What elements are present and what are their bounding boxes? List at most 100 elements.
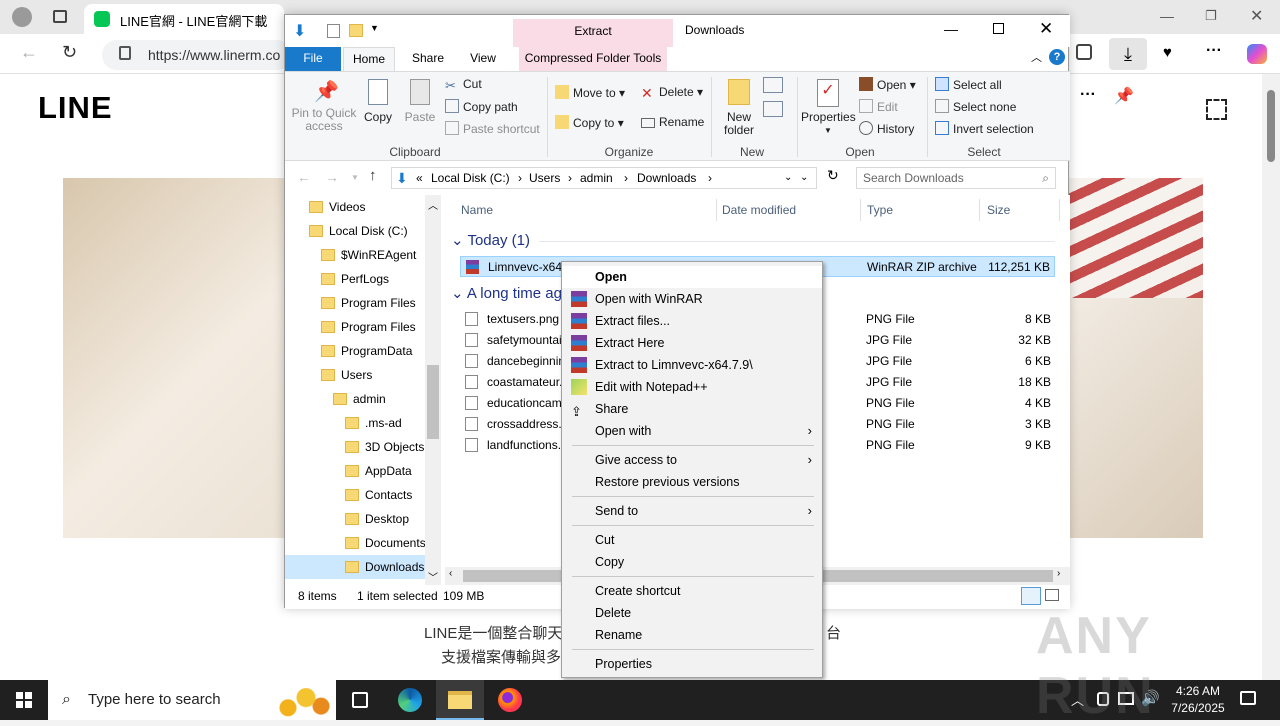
- copilot-icon[interactable]: [1247, 44, 1267, 64]
- new-folder-button[interactable]: New folder: [719, 77, 759, 137]
- copy-button[interactable]: Copy: [361, 77, 395, 124]
- large-icons-view-icon[interactable]: [1045, 589, 1059, 601]
- context-menu-item[interactable]: Extract to Limnvevc-x64.7.9\: [562, 354, 822, 376]
- lock-icon[interactable]: [119, 46, 131, 60]
- nav-item[interactable]: Program Files: [285, 315, 425, 339]
- properties-button[interactable]: ✓ Properties ▼: [801, 77, 856, 137]
- tab-compressed-folder-tools[interactable]: Compressed Folder Tools: [519, 47, 667, 71]
- recent-locations-icon[interactable]: ▼: [351, 173, 359, 182]
- performance-icon[interactable]: ♥: [1163, 44, 1172, 61]
- nav-scroll-thumb[interactable]: [427, 365, 439, 439]
- refresh-icon[interactable]: ↻: [62, 42, 77, 63]
- paste-button[interactable]: Paste: [403, 77, 437, 124]
- context-menu-item[interactable]: Cut: [562, 529, 822, 551]
- context-menu-item[interactable]: Copy: [562, 551, 822, 573]
- select-all-button[interactable]: Select all: [935, 77, 1002, 92]
- context-menu-item[interactable]: Give access to ›: [562, 449, 822, 471]
- fullscreen-icon[interactable]: [1206, 99, 1227, 120]
- crumb-users[interactable]: Users: [529, 168, 560, 188]
- context-menu-item[interactable]: Edit with Notepad++: [562, 376, 822, 398]
- context-menu-item[interactable]: Open: [562, 266, 822, 288]
- nav-item[interactable]: Videos: [285, 195, 425, 219]
- page-scrollbar[interactable]: [1262, 74, 1280, 680]
- up-icon[interactable]: ↑: [369, 167, 377, 184]
- nav-item[interactable]: ProgramData: [285, 339, 425, 363]
- easy-access-icon[interactable]: [763, 101, 783, 117]
- cut-button[interactable]: ✂ Cut: [445, 77, 482, 93]
- ribbon-collapse-icon[interactable]: ︿: [1031, 49, 1042, 65]
- nav-scroll-down-icon[interactable]: ﹀: [428, 569, 438, 584]
- address-history-icon[interactable]: ⌄: [800, 168, 808, 188]
- taskbar-explorer-button[interactable]: [436, 680, 484, 720]
- context-menu-item[interactable]: Delete: [562, 602, 822, 624]
- refresh-folder-icon[interactable]: ↻: [827, 167, 839, 184]
- context-menu-item[interactable]: Extract Here: [562, 332, 822, 354]
- copy-path-button[interactable]: Copy path: [445, 99, 518, 114]
- new-folder-qat-icon[interactable]: [349, 24, 363, 37]
- nav-item[interactable]: Local Disk (C:): [285, 219, 425, 243]
- nav-item[interactable]: Contacts: [285, 483, 425, 507]
- task-view-button[interactable]: [336, 680, 384, 720]
- nav-item[interactable]: admin: [285, 387, 425, 411]
- pin-icon[interactable]: 📌: [1114, 86, 1134, 106]
- crumb-admin[interactable]: admin: [580, 168, 613, 188]
- profile-avatar[interactable]: [12, 7, 32, 27]
- tab-share[interactable]: Share: [403, 47, 453, 71]
- browser-restore-button[interactable]: ❐: [1205, 8, 1217, 24]
- hscroll-left-icon[interactable]: ‹: [449, 568, 452, 579]
- column-size[interactable]: Size: [987, 203, 1010, 217]
- extract-contextual-tab[interactable]: Extract: [513, 19, 673, 47]
- crumb-local-disk[interactable]: Local Disk (C:): [431, 168, 510, 188]
- context-menu-item[interactable]: ⇪ Share: [562, 398, 822, 420]
- context-menu-item[interactable]: Open with WinRAR: [562, 288, 822, 310]
- nav-item[interactable]: AppData: [285, 459, 425, 483]
- nav-item[interactable]: Users: [285, 363, 425, 387]
- tab-file[interactable]: File: [285, 47, 341, 71]
- column-name[interactable]: Name: [461, 203, 493, 217]
- nav-item[interactable]: $WinREAgent: [285, 243, 425, 267]
- context-menu-item[interactable]: Send to ›: [562, 500, 822, 522]
- taskbar-edge-button[interactable]: [386, 680, 434, 720]
- address-overflow[interactable]: «: [416, 168, 423, 188]
- nav-item[interactable]: PerfLogs: [285, 267, 425, 291]
- delete-button[interactable]: ✕ Delete ▾: [641, 85, 703, 101]
- nav-scrollbar[interactable]: ︿ ﹀: [425, 195, 441, 585]
- edit-button[interactable]: Edit: [859, 99, 898, 114]
- explorer-close-button[interactable]: ✕: [1039, 19, 1053, 39]
- downloads-icon[interactable]: ⤓: [1109, 38, 1147, 70]
- nav-back-icon[interactable]: ←: [297, 169, 311, 185]
- nav-forward-icon[interactable]: →: [325, 169, 339, 185]
- help-icon[interactable]: ?: [1049, 49, 1065, 65]
- rename-button[interactable]: Rename: [641, 115, 704, 129]
- explorer-minimize-button[interactable]: —: [944, 21, 958, 37]
- browser-close-button[interactable]: ✕: [1250, 6, 1263, 26]
- page-scroll-thumb[interactable]: [1267, 90, 1275, 162]
- taskbar-search-box[interactable]: ⌕ Type here to search: [48, 680, 336, 720]
- new-item-icon[interactable]: [763, 77, 783, 93]
- invert-selection-button[interactable]: Invert selection: [935, 121, 1034, 136]
- taskbar-firefox-button[interactable]: [486, 680, 534, 720]
- extensions-icon[interactable]: [1076, 44, 1092, 60]
- nav-item[interactable]: Downloads: [285, 555, 425, 579]
- column-type[interactable]: Type: [867, 203, 893, 217]
- tab-actions-icon[interactable]: [53, 10, 67, 23]
- qat-dropdown-icon[interactable]: ▼: [370, 23, 379, 33]
- context-menu-item[interactable]: Properties: [562, 653, 822, 675]
- back-icon[interactable]: ←: [20, 42, 38, 63]
- nav-item[interactable]: Documents: [285, 531, 426, 555]
- nav-scroll-up-icon[interactable]: ︿: [428, 197, 438, 212]
- address-dropdown-icon[interactable]: ⌄: [784, 168, 792, 188]
- select-none-button[interactable]: Select none: [935, 99, 1016, 114]
- crumb-downloads[interactable]: Downloads: [637, 168, 696, 188]
- copy-to-button[interactable]: Copy to ▾: [555, 115, 624, 130]
- nav-item[interactable]: 3D Objects: [285, 435, 425, 459]
- details-view-icon[interactable]: [1021, 587, 1041, 605]
- tab-home[interactable]: Home: [343, 47, 395, 71]
- properties-qat-icon[interactable]: [327, 24, 340, 38]
- nav-item[interactable]: .ms-ad: [285, 411, 425, 435]
- pin-quick-access-button[interactable]: 📌 Pin to Quick access: [289, 77, 359, 133]
- context-menu-item[interactable]: Extract files...: [562, 310, 822, 332]
- group-today-header[interactable]: ⌄ Today (1): [451, 231, 530, 249]
- nav-item[interactable]: Desktop: [285, 507, 425, 531]
- paste-shortcut-button[interactable]: Paste shortcut: [445, 121, 540, 136]
